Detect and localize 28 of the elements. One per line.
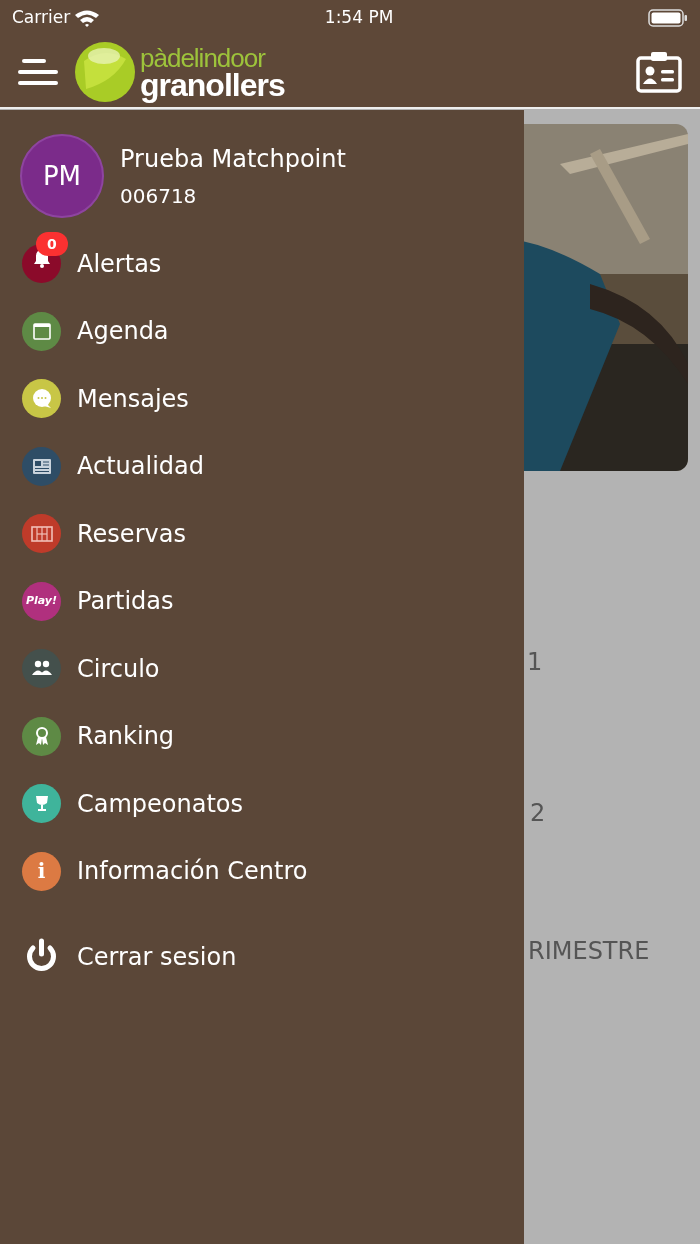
menu-item[interactable]: Circulo — [77, 650, 160, 687]
info-icon: i — [22, 851, 61, 891]
background-text: 1 — [527, 647, 543, 678]
background-text: 2 — [530, 798, 546, 829]
menu-item[interactable]: Agenda — [77, 313, 169, 350]
carrier-label: Carrier — [12, 6, 71, 30]
member-number: 006718 — [120, 183, 198, 210]
menu-item[interactable]: Reservas — [77, 515, 186, 552]
menu-item[interactable]: Alertas — [77, 245, 162, 282]
wifi-icon — [74, 9, 101, 27]
clock-time: 1:54 PM — [324, 6, 394, 30]
menu-item[interactable]: Información Centro — [77, 853, 308, 890]
battery-icon — [648, 9, 688, 27]
ball-icon — [74, 41, 136, 103]
menu-item[interactable]: Mensajes — [77, 380, 189, 417]
notification-badge: 0 — [36, 232, 68, 257]
menu-item[interactable]: Campeonatos — [77, 785, 244, 822]
avatar: PM — [20, 134, 104, 218]
logo-text: pàdelindoor — [140, 44, 267, 71]
background-text: RIMESTRE — [528, 936, 650, 967]
id-card-icon[interactable] — [636, 51, 682, 93]
menu-icon[interactable] — [18, 57, 58, 87]
menu-item[interactable]: Partidas — [77, 583, 174, 620]
menu-item[interactable]: Ranking — [77, 718, 175, 755]
menu-item[interactable]: Actualidad — [77, 448, 205, 485]
play-icon: Play! — [22, 581, 61, 621]
logout-link[interactable]: Cerrar sesion — [77, 938, 237, 975]
profile-name: Prueba Matchpoint — [120, 144, 346, 175]
